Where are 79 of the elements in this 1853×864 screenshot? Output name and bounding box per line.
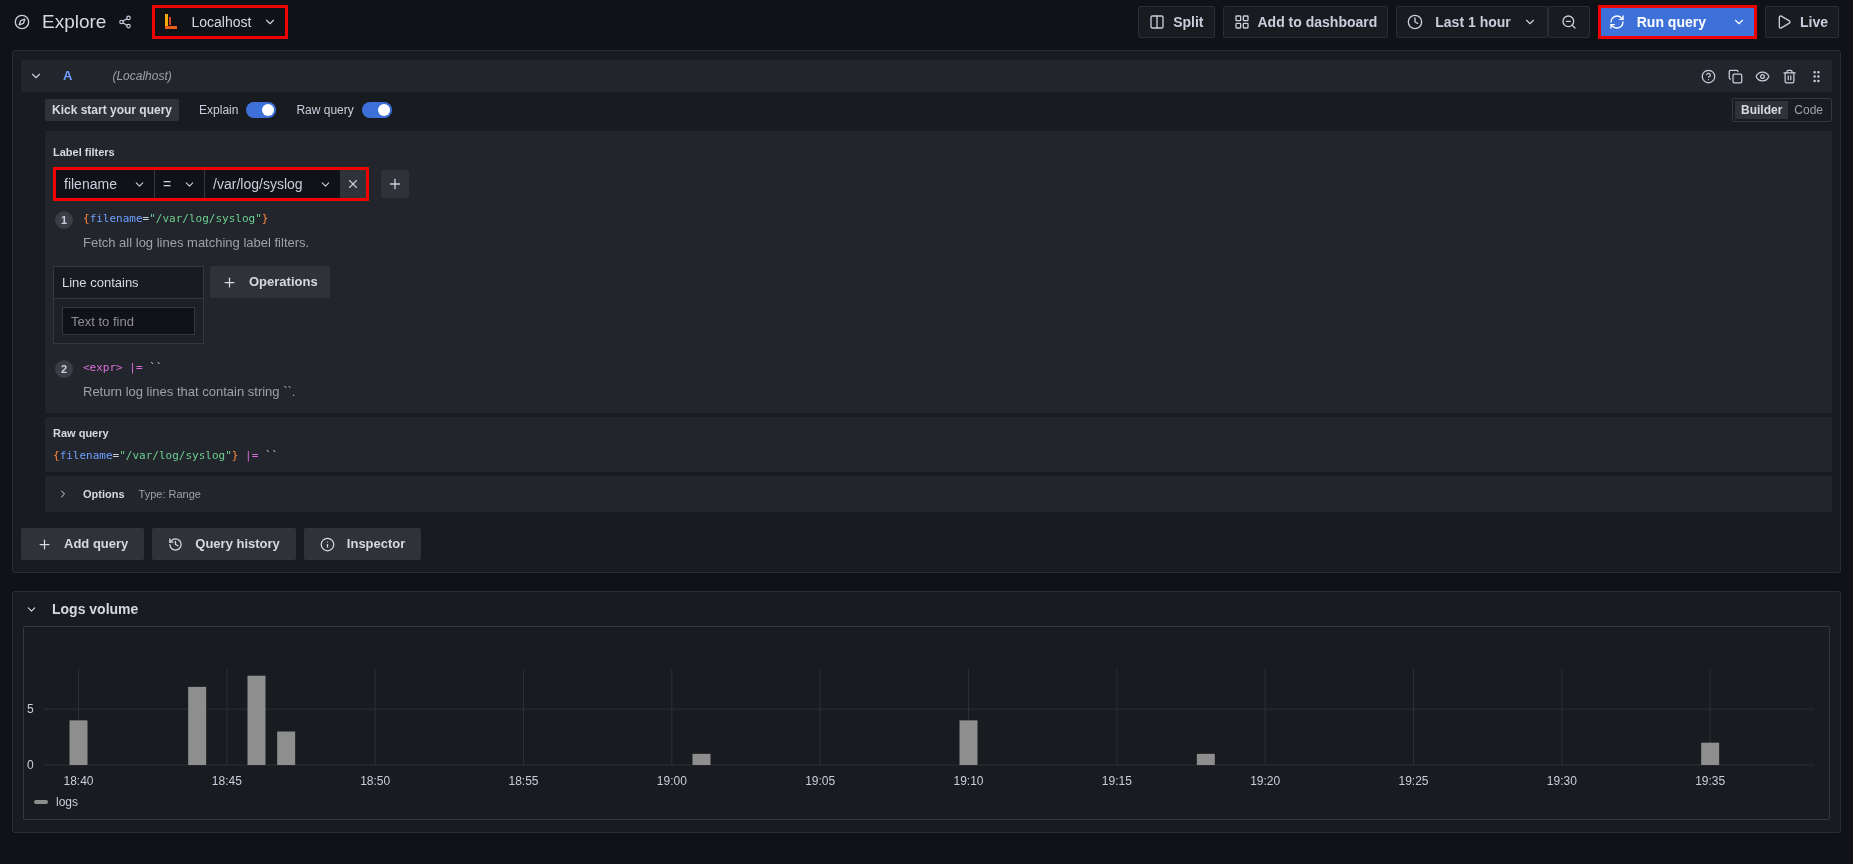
info-icon (319, 536, 335, 552)
zoom-out-icon (1560, 14, 1577, 30)
x-axis-label: 18:40 (63, 774, 94, 788)
toggle-switch[interactable] (361, 102, 392, 118)
add-filter-button[interactable] (380, 170, 409, 198)
x-axis-label: 18:50 (360, 774, 391, 788)
split-button[interactable]: Split (1138, 6, 1215, 38)
live-button[interactable]: Live (1765, 6, 1839, 38)
query-datasource: (Localhost) (112, 68, 172, 85)
step-description: Return log lines that contain string ``. (83, 382, 296, 401)
duplicate-icon[interactable] (1728, 68, 1743, 84)
datasource-picker[interactable]: Localhost (152, 5, 289, 39)
legend-label: logs (56, 794, 78, 811)
x-axis-label: 18:55 (508, 774, 539, 788)
value-select[interactable]: /var/log/syslog (205, 170, 340, 198)
time-range-picker[interactable]: Last 1 hour (1396, 6, 1548, 38)
toggle-switch[interactable] (246, 102, 277, 118)
help-icon[interactable] (1701, 68, 1716, 84)
label-select[interactable]: filename (56, 170, 155, 198)
toggle-label: Raw query (296, 102, 354, 119)
raw-query-code: {filename="/var/log/syslog"} |= `` (53, 447, 280, 464)
query-letter: A (63, 67, 73, 86)
add-to-dashboard-button[interactable]: Add to dashboard (1222, 6, 1389, 38)
step-number: 2 (55, 360, 73, 378)
y-axis-label: 0 (27, 758, 34, 772)
run-query-button[interactable]: Run query (1600, 8, 1724, 36)
volume-bar (1701, 742, 1720, 765)
mode-tab[interactable]: Code (1788, 101, 1829, 119)
query-code: <expr> |= `` (83, 360, 164, 376)
x-axis-label: 19:05 (805, 774, 836, 788)
refresh-icon (1608, 14, 1625, 30)
logs-volume-toggle[interactable]: Logs volume (13, 592, 151, 626)
action-button[interactable]: Inspector (303, 528, 422, 560)
clock-icon (1407, 14, 1424, 30)
section-title: Label filters (53, 146, 115, 158)
step-number: 1 (55, 211, 73, 229)
mode-tab[interactable]: Builder (1734, 101, 1789, 119)
step-description: Fetch all log lines matching label filters. (83, 233, 310, 252)
plus-icon (222, 274, 237, 290)
compass-icon (14, 14, 30, 30)
x-axis-label: 19:00 (656, 774, 687, 788)
operations-button[interactable]: Operations (210, 266, 330, 298)
eye-icon[interactable] (1755, 68, 1770, 84)
x-axis-label: 19:20 (1250, 774, 1281, 788)
share-icon[interactable] (118, 15, 133, 29)
section-title: Raw query (53, 426, 110, 441)
volume-bar (959, 720, 978, 765)
play-icon (1776, 14, 1792, 30)
y-axis-label: 5 (27, 702, 34, 717)
remove-filter-button[interactable] (339, 170, 366, 198)
x-axis-label: 19:35 (1695, 774, 1726, 788)
x-axis-label: 19:30 (1546, 774, 1577, 788)
zoom-out-button[interactable] (1547, 6, 1590, 38)
history-icon (168, 536, 184, 552)
volume-bar (69, 720, 88, 765)
delete-icon[interactable] (1782, 68, 1797, 84)
query-code: {filename="/var/log/syslog"} (83, 211, 270, 227)
legend-swatch (34, 800, 48, 804)
kick-start-button[interactable]: Kick start your query (45, 99, 180, 121)
split-view-icon (1149, 14, 1166, 30)
operator-select[interactable]: = (154, 170, 206, 198)
x-axis-label: 19:25 (1398, 774, 1429, 788)
plus-icon (37, 536, 52, 552)
operation-title: Line contains (62, 273, 139, 292)
x-axis-label: 19:15 (1101, 774, 1132, 788)
grid-icon (1233, 14, 1250, 30)
options-summary: Type: Range (138, 486, 201, 502)
options-toggle[interactable]: Options (57, 485, 125, 503)
action-button[interactable]: Add query (21, 528, 145, 560)
x-axis-label: 18:45 (211, 774, 242, 788)
volume-bar (277, 731, 296, 765)
logo-icon (163, 13, 180, 31)
page-title: Explore (42, 9, 107, 34)
action-button[interactable]: Query history (152, 528, 296, 560)
toggle-label: Explain (199, 102, 239, 119)
volume-bar (1196, 753, 1215, 765)
x-axis-label: 19:10 (953, 774, 984, 788)
volume-bar (692, 753, 711, 765)
text-input[interactable]: Text to find (62, 307, 195, 335)
